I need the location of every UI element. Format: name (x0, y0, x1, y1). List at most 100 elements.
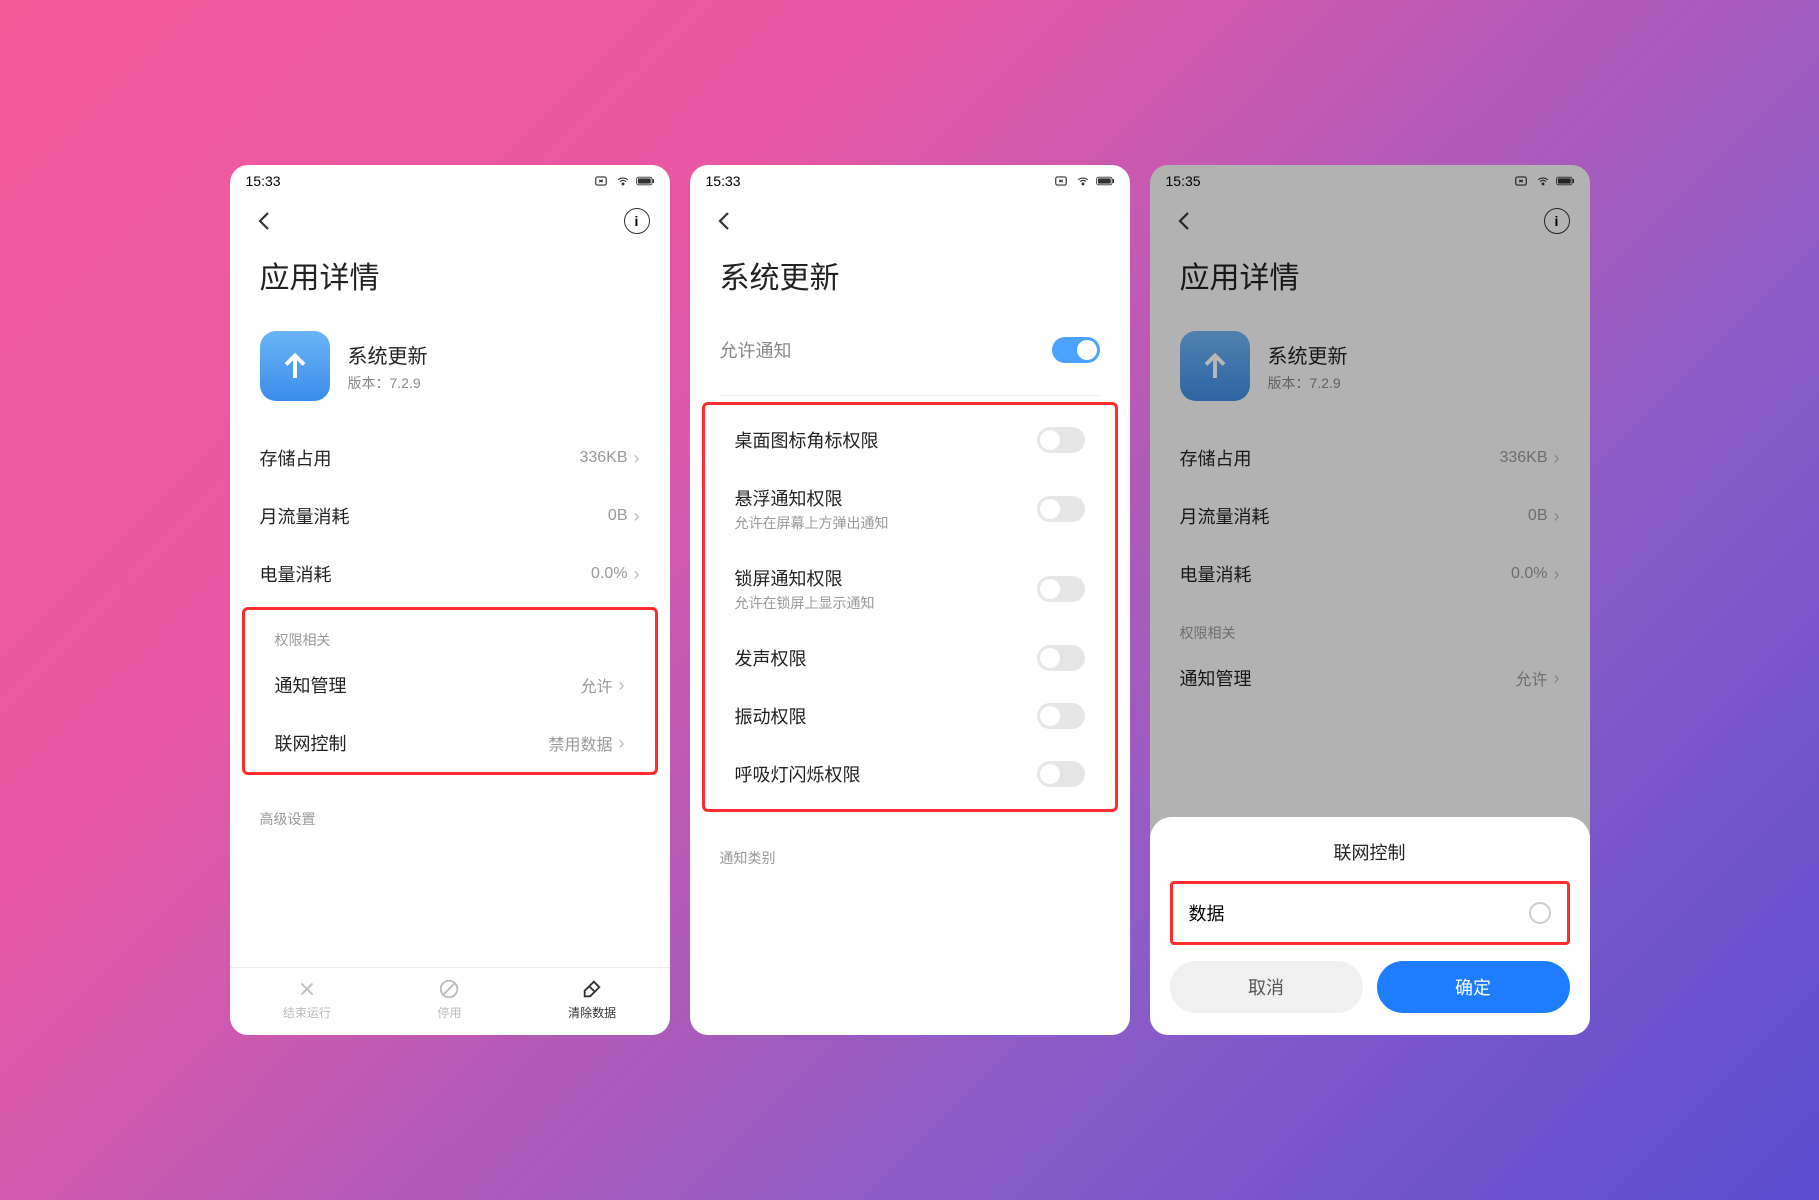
notification-value: 允许 (580, 673, 612, 697)
phone-screen-2: 15:33 系统更新 允许通知 桌面图标角标权限 悬浮通知权限 允许在屏幕上方弹… (690, 165, 1130, 1035)
permission-section-label: 权限相关 (245, 610, 655, 656)
app-header: 系统更新 版本：7.2.9 (1150, 317, 1590, 429)
perm-title: 悬浮通知权限 (735, 485, 889, 511)
clear-data-label: 清除数据 (568, 1004, 616, 1021)
sheet-title: 联网控制 (1170, 839, 1570, 865)
highlight-box-data-option: 数据 (1170, 881, 1570, 945)
close-x-icon (1512, 174, 1530, 188)
led-permission-row[interactable]: 呼吸灯闪烁权限 (705, 745, 1115, 803)
perm-title: 发声权限 (735, 645, 807, 671)
title-bar (690, 193, 1130, 245)
badge-permission-row[interactable]: 桌面图标角标权限 (705, 411, 1115, 469)
page-title: 应用详情 (230, 245, 670, 317)
notification-mgmt-row[interactable]: 通知管理 允许› (245, 656, 655, 714)
notification-mgmt-row[interactable]: 通知管理 允许› (1150, 649, 1590, 707)
chevron-right-icon: › (619, 675, 625, 696)
divider (720, 395, 1100, 396)
battery-row[interactable]: 电量消耗 0.0%› (1150, 545, 1590, 603)
network-control-sheet: 联网控制 数据 取消 确定 (1150, 817, 1590, 1035)
app-version: 版本：7.2.9 (348, 373, 428, 393)
storage-row[interactable]: 存储占用 336KB › (230, 429, 670, 487)
cancel-button[interactable]: 取消 (1170, 961, 1363, 1013)
allow-notification-row[interactable]: 允许通知 (690, 317, 1130, 389)
disable-button[interactable]: 停用 (437, 978, 461, 1021)
force-stop-button[interactable]: 结束运行 (283, 978, 331, 1021)
chevron-right-icon: › (634, 506, 640, 527)
perm-subtitle: 允许在锁屏上显示通知 (735, 593, 875, 613)
storage-value: 336KB (1499, 449, 1547, 467)
chevron-right-icon: › (1554, 668, 1560, 689)
data-row[interactable]: 月流量消耗 0B› (1150, 487, 1590, 545)
data-label: 月流量消耗 (260, 503, 350, 529)
phone-screen-1: 15:33 i 应用详情 系统更新 版本：7.2.9 存储占用 336KB› 月… (230, 165, 670, 1035)
highlight-box-permissions: 桌面图标角标权限 悬浮通知权限 允许在屏幕上方弹出通知 锁屏通知权限 允许在锁屏… (702, 402, 1118, 812)
app-header: 系统更新 版本：7.2.9 (230, 317, 670, 429)
cancel-label: 取消 (1248, 974, 1284, 1000)
status-icons (1052, 174, 1114, 188)
network-label: 联网控制 (275, 730, 347, 756)
close-x-icon (1052, 174, 1070, 188)
vibrate-permission-row[interactable]: 振动权限 (705, 687, 1115, 745)
floating-permission-toggle[interactable] (1037, 496, 1085, 522)
clear-data-button[interactable]: 清除数据 (568, 978, 616, 1021)
page-title: 应用详情 (1150, 245, 1590, 317)
wifi-icon (614, 174, 632, 188)
back-button[interactable] (1170, 207, 1198, 235)
perm-subtitle: 允许在屏幕上方弹出通知 (735, 513, 889, 533)
battery-label: 电量消耗 (260, 561, 332, 587)
app-name: 系统更新 (1268, 340, 1348, 369)
perm-title: 桌面图标角标权限 (735, 427, 879, 453)
permission-section-label: 权限相关 (1150, 603, 1590, 649)
allow-notification-toggle[interactable] (1052, 337, 1100, 363)
network-control-row[interactable]: 联网控制 禁用数据› (245, 714, 655, 772)
led-permission-toggle[interactable] (1037, 761, 1085, 787)
app-icon (260, 331, 330, 401)
storage-value: 336KB (579, 449, 627, 467)
badge-permission-toggle[interactable] (1037, 427, 1085, 453)
data-option-label: 数据 (1189, 900, 1225, 926)
info-icon[interactable]: i (1544, 208, 1570, 234)
battery-icon (1556, 174, 1574, 188)
app-name: 系统更新 (348, 340, 428, 369)
wifi-icon (1074, 174, 1092, 188)
info-icon[interactable]: i (624, 208, 650, 234)
app-icon (1180, 331, 1250, 401)
vibrate-permission-toggle[interactable] (1037, 703, 1085, 729)
data-option-row[interactable]: 数据 (1173, 884, 1567, 942)
wifi-icon (1534, 174, 1552, 188)
bottom-action-bar: 结束运行 停用 清除数据 (230, 967, 670, 1035)
perm-title: 锁屏通知权限 (735, 565, 875, 591)
sheet-button-row: 取消 确定 (1170, 961, 1570, 1013)
chevron-right-icon: › (1554, 506, 1560, 527)
battery-icon (636, 174, 654, 188)
status-bar: 15:33 (690, 165, 1130, 193)
chevron-right-icon: › (1554, 448, 1560, 469)
notification-category-label: 通知类别 (690, 822, 1130, 874)
battery-value: 0.0% (1511, 565, 1547, 583)
storage-label: 存储占用 (260, 445, 332, 471)
title-bar: i (230, 193, 670, 245)
lockscreen-permission-toggle[interactable] (1037, 576, 1085, 602)
data-option-radio[interactable] (1529, 902, 1551, 924)
highlight-box-permissions: 权限相关 通知管理 允许› 联网控制 禁用数据› (242, 607, 658, 775)
storage-label: 存储占用 (1180, 445, 1252, 471)
lockscreen-permission-row[interactable]: 锁屏通知权限 允许在锁屏上显示通知 (705, 549, 1115, 629)
battery-row[interactable]: 电量消耗 0.0%› (230, 545, 670, 603)
close-x-icon (592, 174, 610, 188)
back-button[interactable] (250, 207, 278, 235)
confirm-button[interactable]: 确定 (1377, 961, 1570, 1013)
notification-value: 允许 (1515, 666, 1547, 690)
data-row[interactable]: 月流量消耗 0B› (230, 487, 670, 545)
storage-row[interactable]: 存储占用 336KB › (1150, 429, 1590, 487)
chevron-right-icon: › (634, 448, 640, 469)
perm-title: 振动权限 (735, 703, 807, 729)
back-button[interactable] (710, 207, 738, 235)
battery-icon (1096, 174, 1114, 188)
chevron-right-icon: › (619, 733, 625, 754)
sound-permission-toggle[interactable] (1037, 645, 1085, 671)
phone-screen-3: 15:35 i 应用详情 系统更新 版本：7.2.9 存储占用 (1150, 165, 1590, 1035)
disable-label: 停用 (437, 1004, 461, 1021)
floating-permission-row[interactable]: 悬浮通知权限 允许在屏幕上方弹出通知 (705, 469, 1115, 549)
status-time: 15:33 (706, 173, 741, 189)
sound-permission-row[interactable]: 发声权限 (705, 629, 1115, 687)
